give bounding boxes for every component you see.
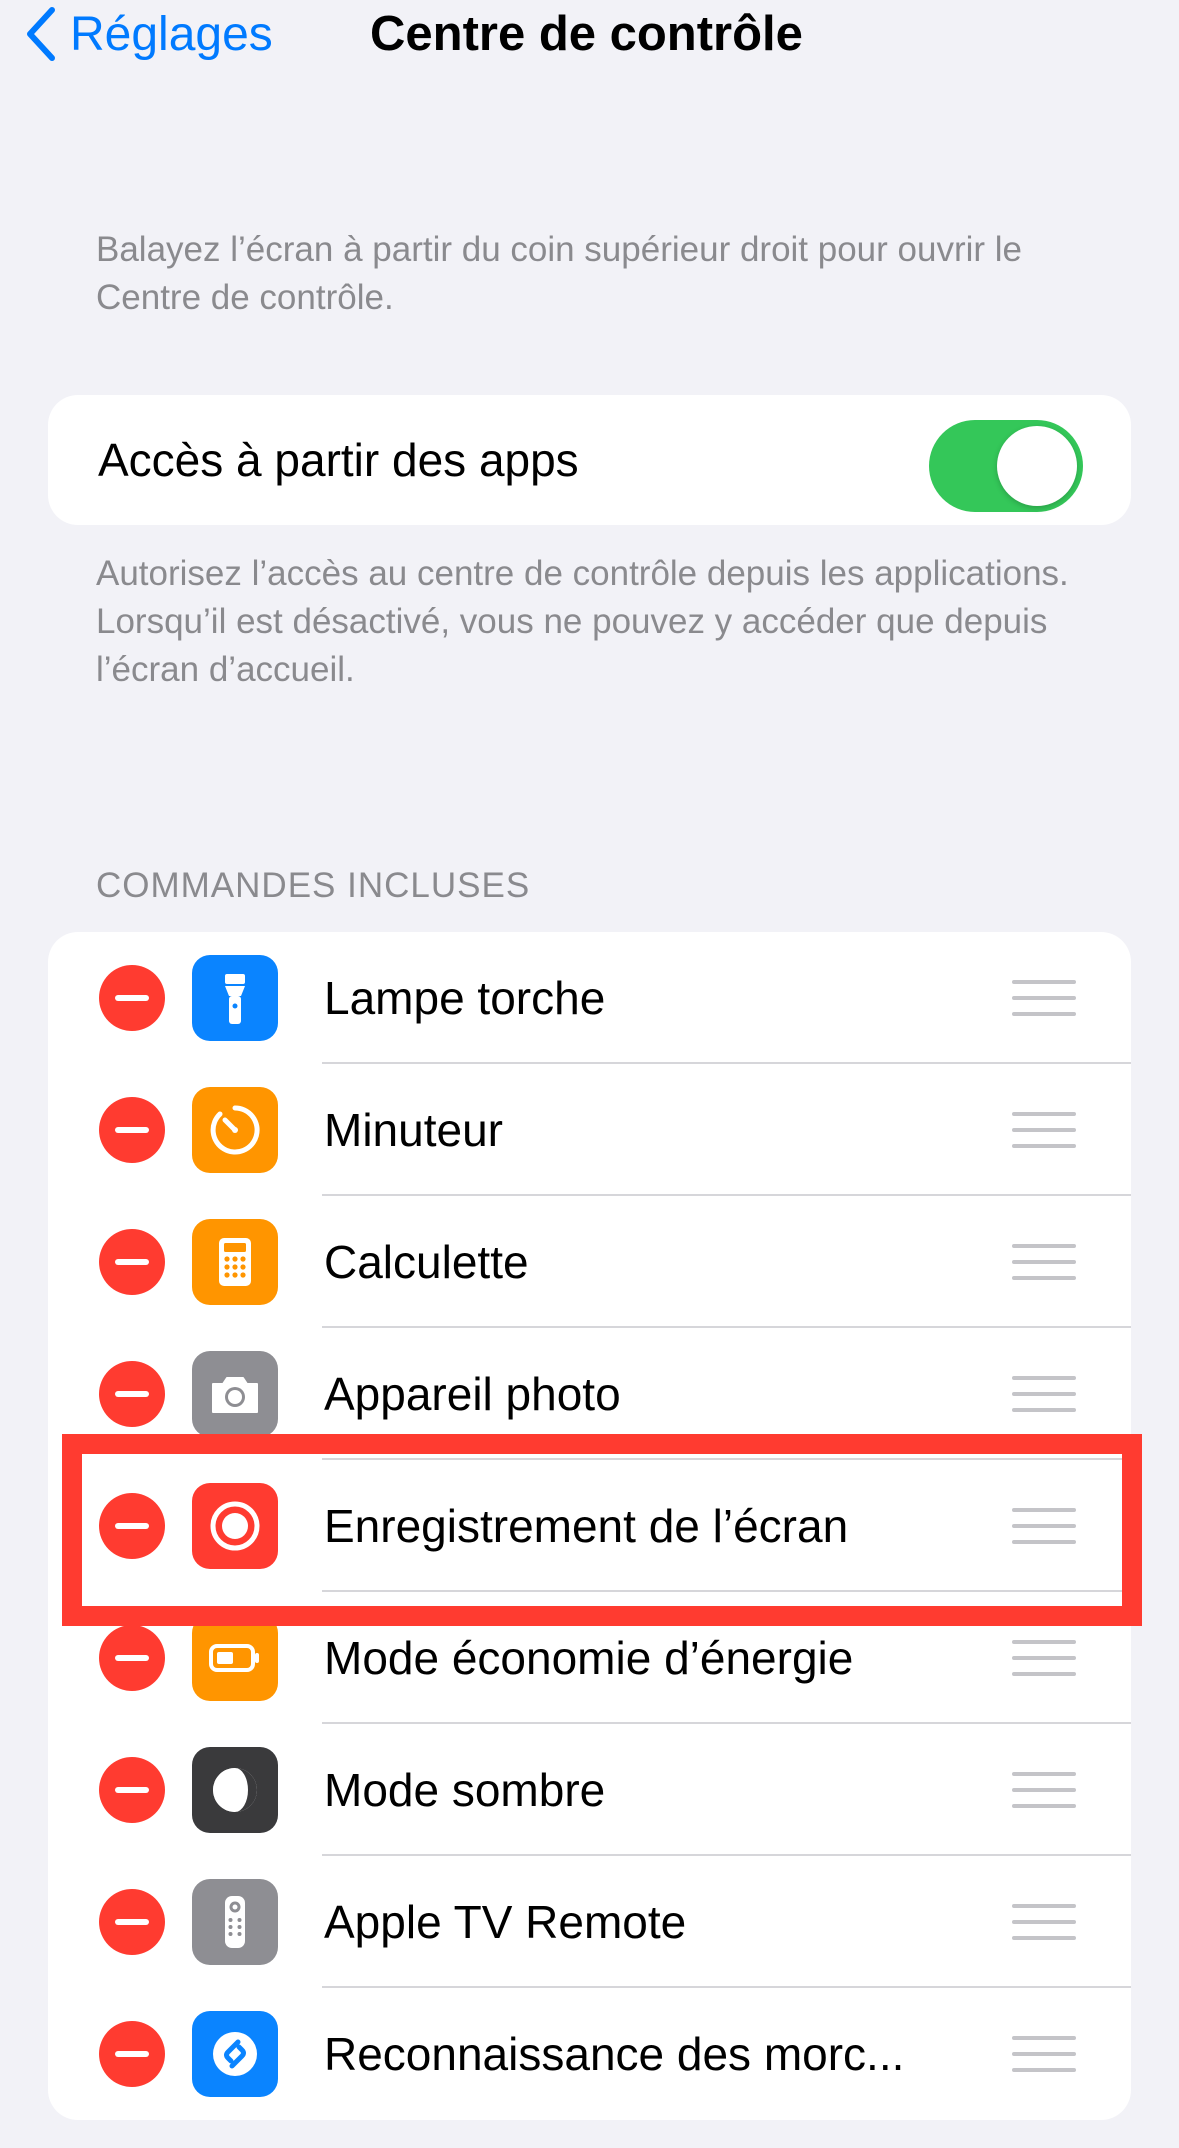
remove-button[interactable] (99, 1757, 165, 1823)
list-item: Reconnaissance des morc... (48, 1988, 1131, 2120)
list-item-label: Mode sombre (324, 1764, 606, 1816)
list-item-label: Enregistrement de l’écran (324, 1500, 849, 1552)
list-item-label: Appareil photo (324, 1368, 621, 1420)
remove-button[interactable] (99, 1097, 165, 1163)
back-label: Réglages (70, 7, 273, 61)
list-item-label: Calculette (324, 1236, 529, 1288)
reorder-handle-icon[interactable] (1012, 1244, 1076, 1280)
calculator-icon (192, 1219, 278, 1305)
reorder-handle-icon[interactable] (1012, 1376, 1076, 1412)
list-item: Calculette (48, 1196, 1131, 1328)
toggle-knob (997, 426, 1077, 506)
chevron-left-icon (22, 4, 62, 64)
remove-button[interactable] (99, 965, 165, 1031)
list-item-label: Lampe torche (324, 972, 606, 1024)
included-controls-list: Lampe torche Minuteur Calculette Apparei… (48, 932, 1131, 2120)
list-item-label: Reconnaissance des morc... (324, 2028, 905, 2080)
screen-recording-icon (192, 1483, 278, 1569)
remove-button[interactable] (99, 1493, 165, 1559)
timer-icon (192, 1087, 278, 1173)
dark-mode-icon (192, 1747, 278, 1833)
remote-icon (192, 1879, 278, 1965)
navigation-bar: Réglages Centre de contrôle (0, 0, 1179, 80)
section-header-included: COMMANDES INCLUSES (96, 866, 531, 905)
list-item: Mode économie d’énergie (48, 1592, 1131, 1724)
remove-button[interactable] (99, 1625, 165, 1691)
list-item-label: Minuteur (324, 1104, 503, 1156)
reorder-handle-icon[interactable] (1012, 1904, 1076, 1940)
remove-button[interactable] (99, 1889, 165, 1955)
list-item: Appareil photo (48, 1328, 1131, 1460)
access-footer: Autorisez l’accès au centre de contrôle … (96, 554, 1069, 689)
page-title: Centre de contrôle (370, 7, 803, 61)
shazam-icon (192, 2011, 278, 2097)
flashlight-icon (192, 955, 278, 1041)
intro-description: Balayez l’écran à partir du coin supérie… (96, 230, 1023, 317)
access-toggle[interactable] (929, 420, 1083, 512)
list-item: Apple TV Remote (48, 1856, 1131, 1988)
list-item: Minuteur (48, 1064, 1131, 1196)
camera-icon (192, 1351, 278, 1437)
reorder-handle-icon[interactable] (1012, 1640, 1076, 1676)
access-label: Accès à partir des apps (98, 434, 579, 486)
list-item: Enregistrement de l’écran (48, 1460, 1131, 1592)
remove-button[interactable] (99, 1229, 165, 1295)
list-item-label: Mode économie d’énergie (324, 1632, 854, 1684)
list-item-label: Apple TV Remote (324, 1896, 687, 1948)
list-item: Mode sombre (48, 1724, 1131, 1856)
back-button[interactable]: Réglages (22, 4, 273, 64)
access-row: Accès à partir des apps (48, 395, 1131, 525)
remove-button[interactable] (99, 1361, 165, 1427)
reorder-handle-icon[interactable] (1012, 1772, 1076, 1808)
remove-button[interactable] (99, 2021, 165, 2087)
reorder-handle-icon[interactable] (1012, 980, 1076, 1016)
reorder-handle-icon[interactable] (1012, 2036, 1076, 2072)
battery-icon (192, 1615, 278, 1701)
reorder-handle-icon[interactable] (1012, 1508, 1076, 1544)
list-item: Lampe torche (48, 932, 1131, 1064)
access-card: Accès à partir des apps (48, 395, 1131, 525)
reorder-handle-icon[interactable] (1012, 1112, 1076, 1148)
